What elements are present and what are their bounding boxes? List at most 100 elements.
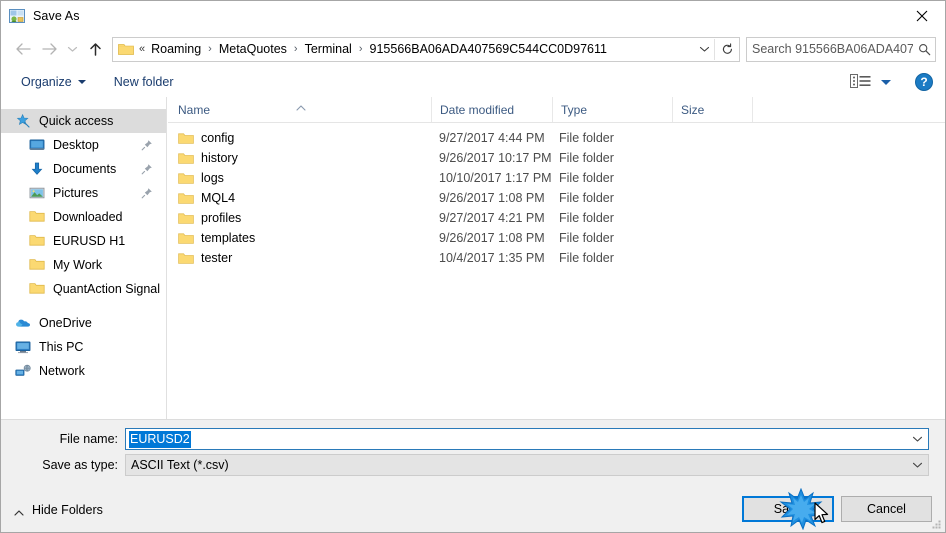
sidebar-item-this-pc[interactable]: This PC bbox=[1, 335, 166, 359]
sidebar-item-label: Documents bbox=[53, 162, 117, 176]
up-arrow-icon[interactable] bbox=[82, 36, 108, 62]
search-placeholder: Search 915566BA06ADA40756... bbox=[752, 42, 913, 56]
folder-icon bbox=[118, 42, 134, 56]
table-row[interactable]: templates 9/26/2017 1:08 PM File folder bbox=[168, 228, 945, 248]
breadcrumb[interactable]: « Roaming › MetaQuotes › Terminal › 9155… bbox=[112, 36, 740, 62]
view-layout-icon[interactable] bbox=[850, 73, 872, 91]
organize-button[interactable]: Organize bbox=[15, 70, 92, 94]
address-bar: « Roaming › MetaQuotes › Terminal › 9155… bbox=[1, 31, 945, 67]
sidebar-item-label: This PC bbox=[39, 340, 84, 354]
sidebar-item-onedrive[interactable]: OneDrive bbox=[1, 311, 166, 335]
sidebar-item-label: Downloaded bbox=[53, 210, 123, 224]
folder-icon bbox=[178, 132, 194, 145]
new-folder-label: New folder bbox=[113, 75, 174, 89]
chevron-down-icon bbox=[77, 80, 86, 84]
table-row[interactable]: logs 10/10/2017 1:17 PM File folder bbox=[168, 168, 945, 188]
chevron-down-icon[interactable] bbox=[881, 79, 891, 85]
sidebar-item-quick-access[interactable]: Quick access bbox=[1, 109, 166, 133]
navigation-pane[interactable]: Quick access Desktop Documents Pictures … bbox=[1, 97, 167, 419]
breadcrumb-segment-metaquotes[interactable]: MetaQuotes bbox=[217, 42, 289, 56]
save-as-type-select[interactable]: ASCII Text (*.csv) bbox=[125, 454, 929, 476]
chevron-down-icon[interactable] bbox=[906, 429, 928, 449]
file-date: 10/10/2017 1:17 PM bbox=[439, 171, 552, 185]
sidebar-item-label: My Work bbox=[53, 258, 103, 272]
breadcrumb-separator[interactable]: › bbox=[203, 43, 217, 55]
sidebar-item-my-work[interactable]: My Work bbox=[1, 253, 166, 277]
table-row[interactable]: MQL4 9/26/2017 1:08 PM File folder bbox=[168, 188, 945, 208]
desktop-icon bbox=[29, 137, 45, 153]
folder-icon bbox=[29, 257, 45, 273]
pictures-icon bbox=[29, 185, 45, 201]
column-header-label: Name bbox=[178, 102, 211, 117]
sidebar-item-label: Pictures bbox=[53, 186, 99, 200]
file-name: config bbox=[201, 131, 235, 145]
search-input[interactable]: Search 915566BA06ADA40756... bbox=[746, 36, 936, 62]
file-date: 9/27/2017 4:44 PM bbox=[439, 131, 545, 145]
chevron-down-icon[interactable] bbox=[62, 36, 82, 62]
command-toolbar: Organize New folder ? bbox=[1, 67, 945, 98]
column-header-row: Name Date modified Type Size bbox=[168, 97, 945, 123]
breadcrumb-separator[interactable]: › bbox=[289, 43, 303, 55]
sidebar-item-documents[interactable]: Documents bbox=[1, 157, 166, 181]
breadcrumb-segment-guid[interactable]: 915566BA06ADA407569C544CC0D97611 bbox=[368, 42, 609, 56]
chevron-down-icon[interactable] bbox=[694, 39, 714, 60]
column-header-type[interactable]: Type bbox=[552, 97, 672, 122]
chevron-up-icon bbox=[13, 505, 25, 516]
cancel-button[interactable]: Cancel bbox=[841, 496, 932, 522]
new-folder-button[interactable]: New folder bbox=[108, 70, 180, 94]
save-as-type-label: Save as type: bbox=[42, 458, 118, 472]
file-date: 9/26/2017 1:08 PM bbox=[439, 191, 545, 205]
file-name-cell: profiles bbox=[178, 208, 241, 228]
save-as-type-row: Save as type: ASCII Text (*.csv) bbox=[1, 454, 929, 476]
back-arrow-icon[interactable] bbox=[10, 36, 36, 62]
table-row[interactable]: config 9/27/2017 4:44 PM File folder bbox=[168, 128, 945, 148]
file-name-row: File name: EURUSD2 bbox=[1, 428, 929, 450]
pin-icon[interactable] bbox=[141, 186, 153, 199]
hide-folders-button[interactable]: Hide Folders bbox=[13, 500, 103, 520]
breadcrumb-segment-roaming[interactable]: Roaming bbox=[149, 42, 203, 56]
file-name: templates bbox=[201, 231, 256, 245]
column-header-date-modified[interactable]: Date modified bbox=[431, 97, 552, 122]
file-type: File folder bbox=[559, 131, 614, 145]
breadcrumb-segment-terminal[interactable]: Terminal bbox=[303, 42, 354, 56]
star-pin-icon bbox=[15, 113, 31, 129]
close-icon[interactable] bbox=[899, 1, 945, 31]
file-name-cell: history bbox=[178, 148, 238, 168]
folder-icon bbox=[178, 252, 194, 265]
file-name: MQL4 bbox=[201, 191, 236, 205]
file-type: File folder bbox=[559, 211, 614, 225]
resize-grip-icon[interactable] bbox=[930, 518, 942, 530]
this-pc-icon bbox=[15, 339, 31, 355]
forward-arrow-icon[interactable] bbox=[36, 36, 62, 62]
sidebar-item-label: Desktop bbox=[53, 138, 99, 152]
save-button[interactable]: Save bbox=[742, 496, 834, 522]
documents-download-icon bbox=[29, 161, 45, 177]
sidebar-item-downloaded[interactable]: Downloaded bbox=[1, 205, 166, 229]
sidebar-item-pictures[interactable]: Pictures bbox=[1, 181, 166, 205]
table-row[interactable]: profiles 9/27/2017 4:21 PM File folder bbox=[168, 208, 945, 228]
help-label: ? bbox=[920, 75, 928, 89]
cancel-button-label: Cancel bbox=[867, 502, 906, 516]
sidebar-item-eurusd-h1[interactable]: EURUSD H1 bbox=[1, 229, 166, 253]
folder-icon bbox=[178, 172, 194, 185]
table-row[interactable]: history 9/26/2017 10:17 PM File folder bbox=[168, 148, 945, 168]
file-name-input[interactable]: EURUSD2 bbox=[125, 428, 929, 450]
sidebar-item-desktop[interactable]: Desktop bbox=[1, 133, 166, 157]
sidebar-item-network[interactable]: Network bbox=[1, 359, 166, 383]
breadcrumb-separator[interactable]: › bbox=[354, 43, 368, 55]
sidebar-item-quantaction-signal[interactable]: QuantAction Signal bbox=[1, 277, 166, 301]
chevron-down-icon[interactable] bbox=[906, 455, 928, 475]
file-name: history bbox=[201, 151, 238, 165]
file-list-pane: Name Date modified Type Size config 9/27… bbox=[168, 97, 945, 419]
pin-icon[interactable] bbox=[141, 162, 153, 175]
column-header-filler bbox=[752, 97, 945, 122]
file-rows: config 9/27/2017 4:44 PM File folder his… bbox=[168, 123, 945, 268]
column-header-size[interactable]: Size bbox=[672, 97, 752, 122]
toolbar-right-group: ? bbox=[850, 73, 933, 91]
pin-icon[interactable] bbox=[141, 138, 153, 151]
table-row[interactable]: tester 10/4/2017 1:35 PM File folder bbox=[168, 248, 945, 268]
file-date: 10/4/2017 1:35 PM bbox=[439, 251, 545, 265]
help-circle-icon[interactable]: ? bbox=[915, 73, 933, 91]
refresh-icon[interactable] bbox=[714, 38, 739, 60]
file-type: File folder bbox=[559, 151, 614, 165]
